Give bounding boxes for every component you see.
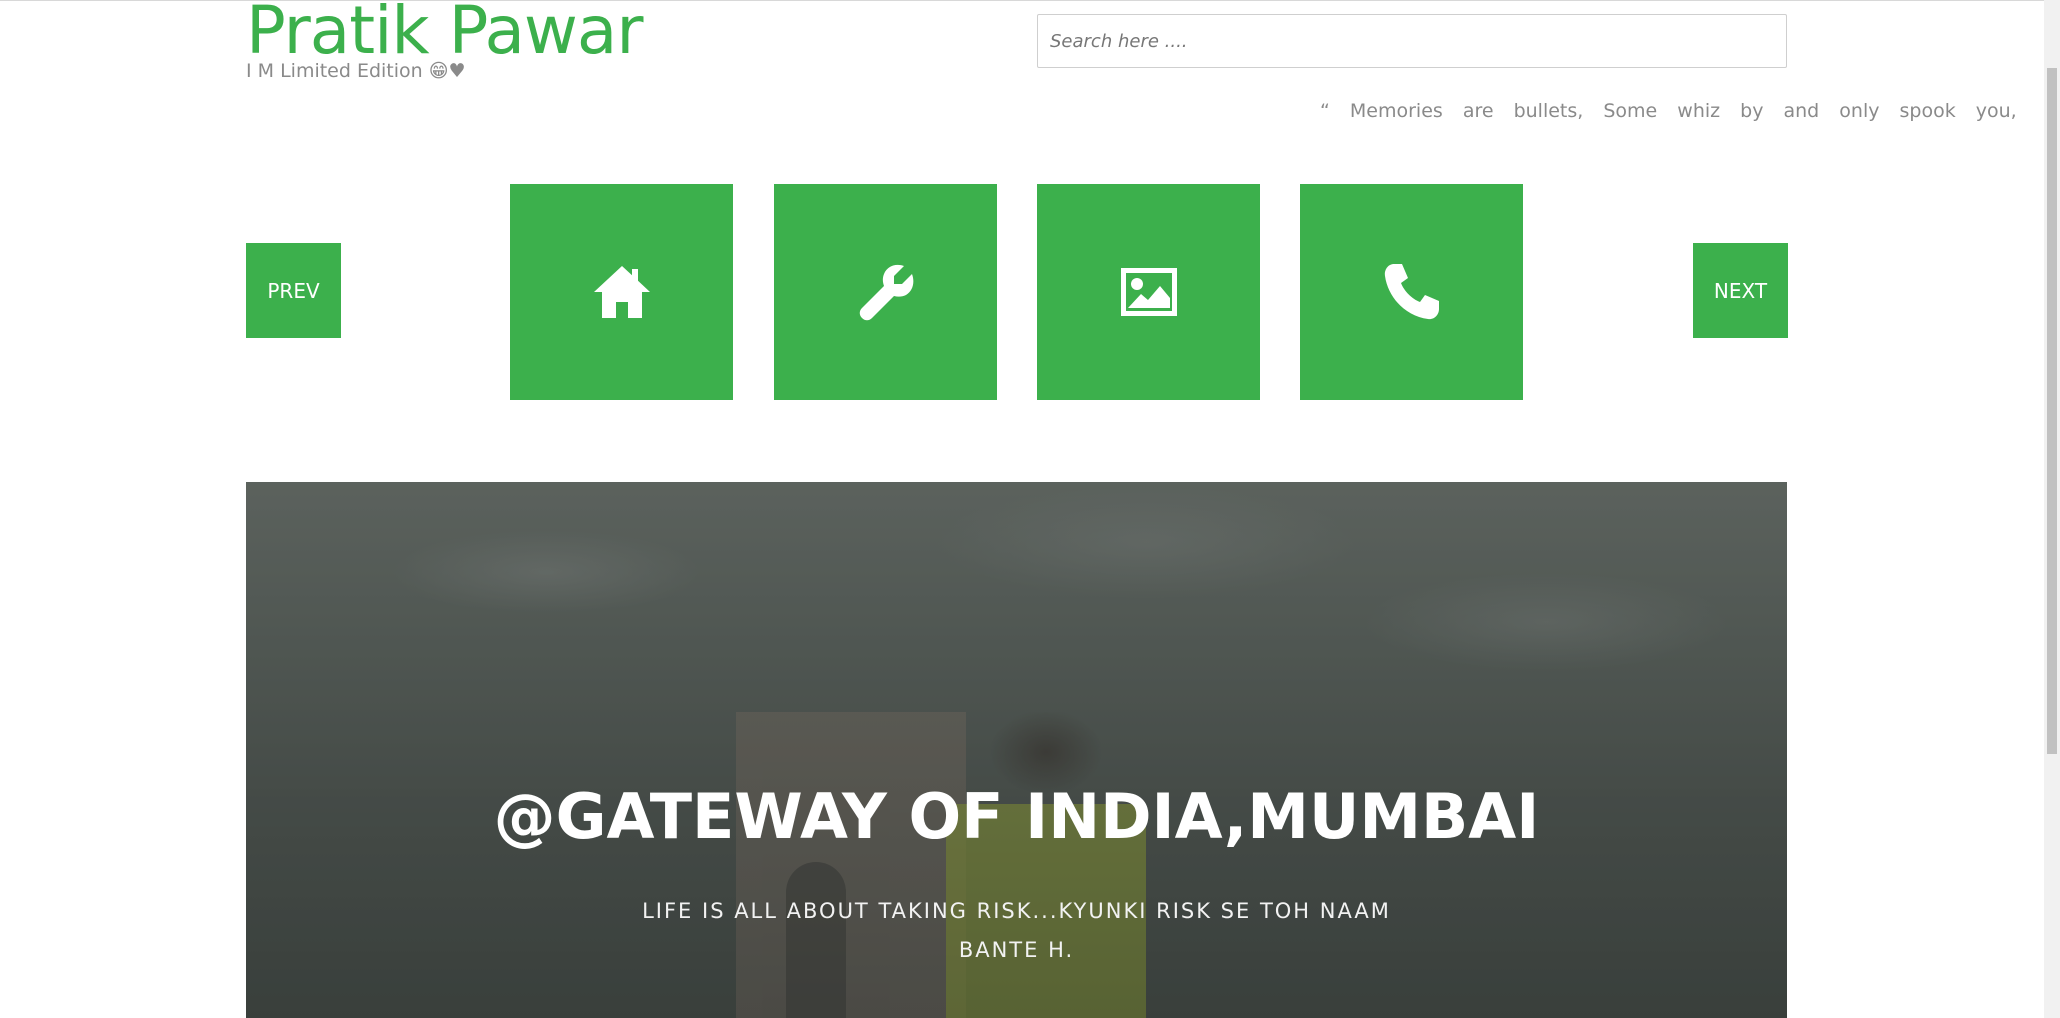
home-icon <box>593 266 650 318</box>
home-tile[interactable] <box>510 184 733 400</box>
hero-title: @GATEWAY OF INDIA,MUMBAI <box>493 780 1540 853</box>
marquee-quote: “ Memories are bullets, Some whiz by and… <box>1320 100 2032 122</box>
contact-tile[interactable] <box>1300 184 1523 400</box>
search-input[interactable] <box>1037 14 1787 68</box>
wrench-icon <box>859 264 913 321</box>
prev-button[interactable]: PREV <box>246 243 341 338</box>
image-icon <box>1120 268 1177 316</box>
hero-subtitle: LIFE IS ALL ABOUT TAKING RISK...KYUNKI R… <box>642 899 1391 962</box>
site-tagline: I M Limited Edition 😁♥ <box>246 60 466 82</box>
gallery-tile[interactable] <box>1037 184 1260 400</box>
hero-slide: @GATEWAY OF INDIA,MUMBAI LIFE IS ALL ABO… <box>246 482 1787 1018</box>
tools-tile[interactable] <box>774 184 997 400</box>
site-title[interactable]: Pratik Pawar <box>246 0 643 69</box>
phone-icon <box>1384 264 1439 320</box>
next-button[interactable]: NEXT <box>1693 243 1788 338</box>
scrollbar-thumb[interactable] <box>2047 68 2057 754</box>
